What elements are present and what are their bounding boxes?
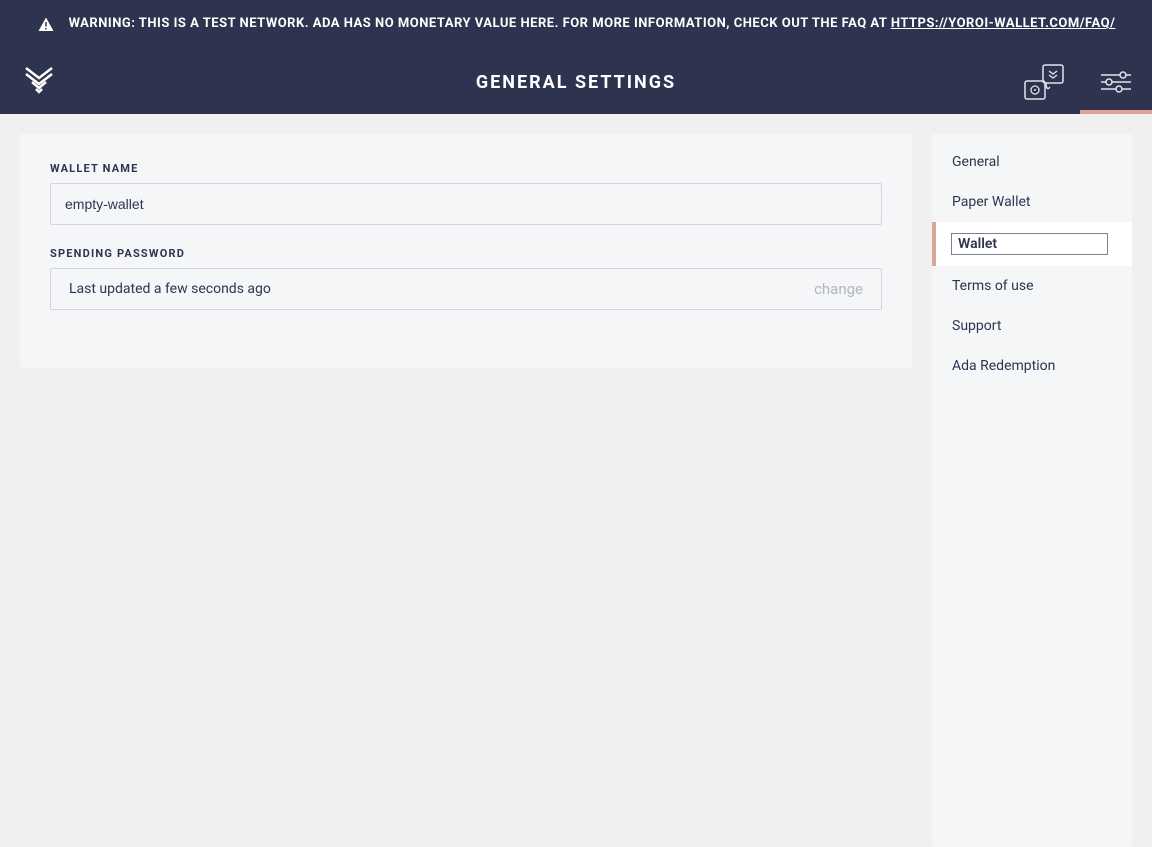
spending-password-group: SPENDING PASSWORD Last updated a few sec… xyxy=(50,247,882,310)
page-title: GENERAL SETTINGS xyxy=(476,72,676,93)
warning-icon xyxy=(37,16,55,34)
wallet-name-label: WALLET NAME xyxy=(50,162,882,175)
wallet-settings-card: WALLET NAME SPENDING PASSWORD Last updat… xyxy=(20,134,912,368)
sidebar-item-label: General xyxy=(952,154,1000,170)
app-header: GENERAL SETTINGS xyxy=(0,50,1152,114)
sidebar-item-label: Terms of use xyxy=(952,278,1034,294)
yoroi-logo-icon[interactable] xyxy=(24,64,54,100)
settings-button[interactable] xyxy=(1080,50,1152,114)
sidebar-item-label: Wallet xyxy=(952,234,1107,254)
daedalus-transfer-button[interactable] xyxy=(1008,50,1080,114)
sidebar-item-support[interactable]: Support xyxy=(932,306,1132,346)
sidebar-item-terms-of-use[interactable]: Terms of use xyxy=(932,266,1132,306)
warning-faq-link[interactable]: HTTPS://YOROI-WALLET.COM/FAQ/ xyxy=(891,16,1116,31)
wallet-name-input[interactable] xyxy=(50,183,882,225)
spending-password-row: Last updated a few seconds ago change xyxy=(50,268,882,310)
settings-sidebar: General Paper Wallet Wallet Terms of use… xyxy=(932,134,1132,847)
page-body: WALLET NAME SPENDING PASSWORD Last updat… xyxy=(0,114,1152,847)
sidebar-item-wallet[interactable]: Wallet xyxy=(932,222,1132,266)
change-password-button[interactable]: change xyxy=(814,280,863,298)
warning-text: WARNING: THIS IS A TEST NETWORK. ADA HAS… xyxy=(69,16,891,31)
test-network-warning-banner: WARNING: THIS IS A TEST NETWORK. ADA HAS… xyxy=(0,0,1152,50)
sidebar-item-general[interactable]: General xyxy=(932,134,1132,182)
sidebar-item-paper-wallet[interactable]: Paper Wallet xyxy=(932,182,1132,222)
spending-password-status: Last updated a few seconds ago xyxy=(69,281,271,297)
sidebar-item-label: Support xyxy=(952,318,1001,334)
wallet-name-group: WALLET NAME xyxy=(50,162,882,225)
spending-password-label: SPENDING PASSWORD xyxy=(50,247,882,260)
sidebar-item-label: Ada Redemption xyxy=(952,358,1055,374)
sidebar-item-ada-redemption[interactable]: Ada Redemption xyxy=(932,346,1132,386)
sidebar-item-label: Paper Wallet xyxy=(952,194,1031,210)
